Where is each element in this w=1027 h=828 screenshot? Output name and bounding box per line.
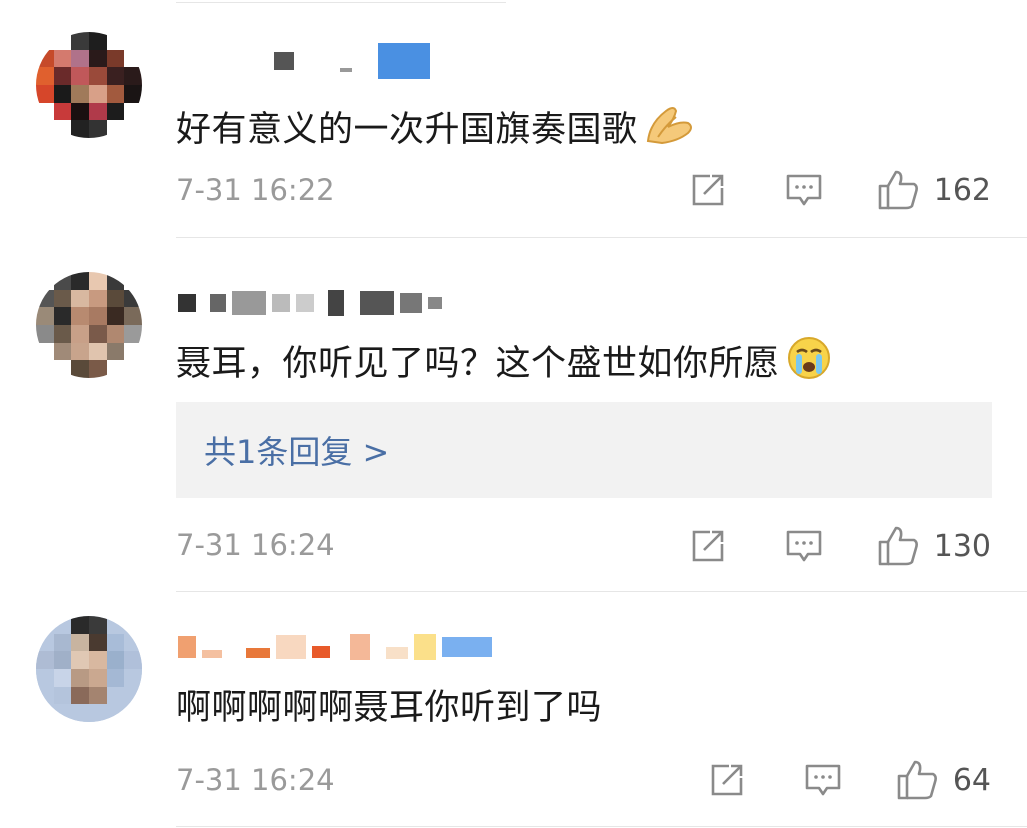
comment-item: 啊啊啊啊啊聂耳你听到了吗 7-31 16:24 64	[0, 592, 1027, 828]
comment-icon[interactable]	[784, 526, 824, 566]
like-icon	[876, 524, 920, 568]
crying-face-emoji-icon	[786, 335, 832, 392]
comment-icon[interactable]	[803, 760, 843, 800]
avatar[interactable]	[36, 616, 142, 722]
username-pixelated[interactable]	[178, 288, 442, 318]
share-icon[interactable]	[707, 760, 747, 800]
comment-text: 聂耳，你听见了吗？这个盛世如你所愿	[176, 335, 832, 392]
like-button[interactable]: 162	[876, 168, 991, 212]
avatar[interactable]	[36, 32, 142, 138]
comment-actions: 64	[707, 758, 991, 802]
comment-item: 聂耳，你听见了吗？这个盛世如你所愿 共1条回复 > 7-31 16:24 130	[0, 238, 1027, 592]
comment-actions: 130	[688, 524, 991, 568]
like-icon	[895, 758, 939, 802]
like-count: 162	[933, 172, 991, 208]
username-pixelated[interactable]	[178, 43, 430, 79]
share-icon[interactable]	[688, 526, 728, 566]
like-count: 64	[952, 762, 991, 798]
comment-actions: 162	[688, 168, 991, 212]
avatar[interactable]	[36, 272, 142, 378]
like-count: 130	[933, 528, 991, 564]
comment-item: 好有意义的一次升国旗奏国歌 7-31 16:22 162	[0, 0, 1027, 238]
comment-icon[interactable]	[784, 170, 824, 210]
like-button[interactable]: 64	[895, 758, 991, 802]
comment-text: 啊啊啊啊啊聂耳你听到了吗	[176, 688, 603, 728]
comment-timestamp: 7-31 16:24	[176, 528, 335, 562]
share-icon[interactable]	[688, 170, 728, 210]
folded-hands-emoji-icon	[644, 101, 696, 158]
comment-timestamp: 7-31 16:22	[176, 173, 335, 207]
comment-text: 好有意义的一次升国旗奏国歌	[176, 101, 696, 158]
reply-count-link: 共1条回复 >	[204, 433, 390, 471]
comment-timestamp: 7-31 16:24	[176, 763, 335, 797]
username-pixelated[interactable]	[178, 632, 492, 662]
view-replies-button[interactable]: 共1条回复 >	[176, 402, 992, 498]
comment-divider	[176, 826, 1027, 827]
like-icon	[876, 168, 920, 212]
like-button[interactable]: 130	[876, 524, 991, 568]
